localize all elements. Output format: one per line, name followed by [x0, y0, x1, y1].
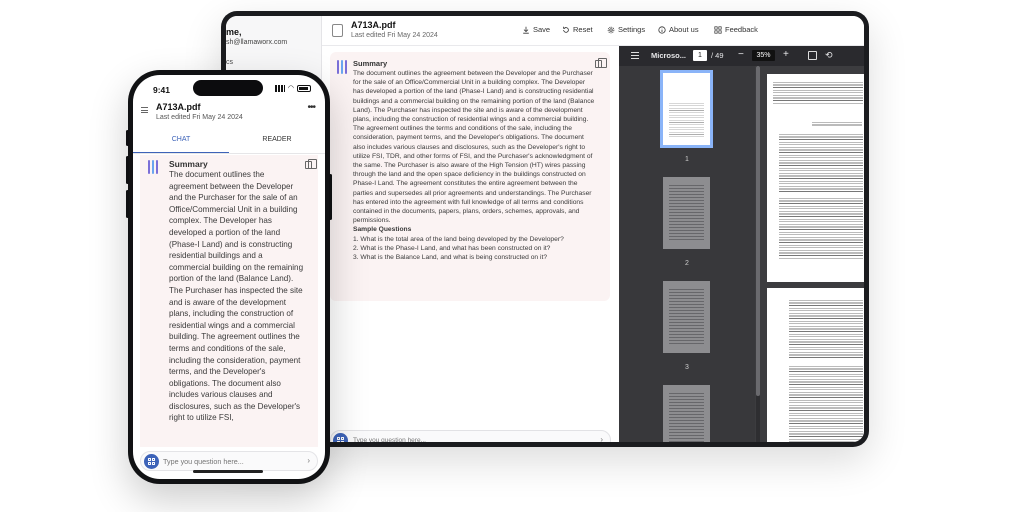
- pdf-filename: Microso...: [651, 51, 687, 60]
- mobile-document-title: A713A.pdf: [156, 102, 201, 112]
- reset-label: Reset: [573, 25, 593, 34]
- feedback-button[interactable]: Feedback: [714, 25, 758, 34]
- page-number-input[interactable]: 1: [693, 50, 707, 61]
- app-logo-icon: [148, 160, 158, 174]
- download-icon: [523, 26, 529, 34]
- chat-panel: Summary The document outlines the agreem…: [322, 46, 619, 442]
- copy-icon[interactable]: [305, 159, 317, 169]
- document-title: A713A.pdf: [351, 20, 396, 30]
- rotate-icon[interactable]: ⟲: [825, 50, 833, 61]
- phone-device: 9:41 ◠ A713A.pdf Last edited Fri May 24 …: [126, 70, 332, 484]
- grid-icon: [714, 25, 722, 34]
- hamburger-menu-icon[interactable]: [141, 107, 148, 113]
- gear-icon: [607, 26, 615, 33]
- save-label: Save: [533, 25, 551, 34]
- summary-card: Summary The document outlines the agreem…: [330, 52, 610, 301]
- file-icon: [332, 24, 343, 37]
- sample-question[interactable]: 3. What is the Balance Land, and what is…: [353, 253, 595, 262]
- phone-side-button: [126, 190, 129, 218]
- pdf-viewer: Microso... 1 / 49 − 35% + ⟲ 1 2 3: [619, 46, 864, 442]
- wifi-icon: ◠: [287, 85, 294, 92]
- about-us-label: About us: [669, 25, 699, 34]
- reset-button[interactable]: Reset: [562, 25, 593, 34]
- fit-page-icon[interactable]: [808, 51, 817, 60]
- sample-questions-title: Sample Questions: [353, 226, 412, 234]
- page-thumbnail[interactable]: [660, 278, 713, 356]
- battery-icon: [297, 85, 311, 92]
- mobile-summary-card: Summary The document outlines the agreem…: [140, 155, 318, 447]
- status-icons: ◠: [274, 85, 311, 92]
- document-header: A713A.pdf Last edited Fri May 24 2024 Sa…: [322, 16, 864, 46]
- summary-text: The document outlines the agreement betw…: [353, 70, 595, 225]
- thumbnail-page-number: 2: [685, 260, 689, 267]
- account-name: me,: [226, 27, 242, 37]
- sample-question[interactable]: 2. What is the Phase-I Land, and what ha…: [353, 244, 595, 253]
- account-email: sh@llamaworx.com: [226, 39, 288, 46]
- question-input-bar: ›: [330, 430, 611, 442]
- mobile-question-input-bar: ›: [140, 451, 318, 471]
- mobile-app-screen: 9:41 ◠ A713A.pdf Last edited Fri May 24 …: [133, 75, 325, 479]
- zoom-out-button[interactable]: −: [738, 49, 744, 60]
- sidebar-docs-label[interactable]: cs: [226, 59, 233, 66]
- save-button[interactable]: Save: [522, 25, 550, 34]
- settings-label: Settings: [618, 25, 646, 34]
- send-chevron-icon[interactable]: ›: [307, 456, 310, 465]
- pdf-page-view: [767, 74, 864, 442]
- copy-icon[interactable]: [595, 58, 607, 68]
- home-indicator: [193, 470, 263, 473]
- zoom-in-button[interactable]: +: [783, 49, 789, 60]
- pdf-toolbar: Microso... 1 / 49 − 35% + ⟲: [619, 46, 864, 66]
- page-total: / 49: [711, 51, 724, 60]
- phone-side-button: [126, 156, 129, 184]
- summary-title: Summary: [353, 59, 388, 68]
- more-options-icon[interactable]: •••: [307, 102, 315, 113]
- send-chevron-icon[interactable]: ›: [600, 435, 603, 442]
- question-input[interactable]: [353, 434, 583, 442]
- reset-icon: [563, 26, 569, 33]
- thumbnail-panel: 1 2 3: [619, 66, 755, 442]
- feedback-label: Feedback: [725, 25, 758, 34]
- phone-side-button: [126, 130, 129, 146]
- document-last-edited: Last edited Fri May 24 2024: [351, 32, 438, 39]
- grid-menu-button[interactable]: [333, 433, 348, 442]
- thumbnail-scrollbar[interactable]: [756, 66, 760, 442]
- status-time: 9:41: [153, 85, 171, 95]
- signal-icon: [274, 85, 285, 92]
- mobile-question-input[interactable]: [163, 455, 298, 468]
- page-thumbnail[interactable]: [660, 382, 713, 442]
- sample-question[interactable]: 1. What is the total area of the land be…: [353, 235, 595, 244]
- thumbnail-page-number: 1: [685, 156, 689, 163]
- page-thumbnail[interactable]: [660, 174, 713, 252]
- phone-side-button: [329, 174, 332, 220]
- grid-menu-button[interactable]: [144, 454, 159, 469]
- phone-notch: [193, 80, 263, 96]
- app-logo-icon: [337, 60, 347, 74]
- tab-divider: [133, 153, 325, 154]
- mobile-last-edited: Last edited Fri May 24 2024: [156, 114, 243, 121]
- settings-button[interactable]: Settings: [607, 25, 645, 34]
- about-us-button[interactable]: About us: [658, 25, 699, 34]
- tab-chat[interactable]: CHAT: [133, 133, 229, 153]
- tab-reader[interactable]: READER: [229, 133, 325, 153]
- zoom-level[interactable]: 35%: [752, 50, 775, 61]
- page-thumbnail[interactable]: [660, 70, 713, 148]
- mobile-summary-text: The document outlines the agreement betw…: [169, 170, 304, 423]
- sample-questions-list: 1. What is the total area of the land be…: [353, 235, 595, 263]
- thumbnail-page-number: 3: [685, 364, 689, 371]
- mobile-summary-title: Summary: [169, 159, 208, 169]
- summary-body: The document outlines the agreement betw…: [353, 69, 595, 262]
- info-icon: [658, 25, 666, 34]
- hamburger-menu-icon[interactable]: [631, 52, 639, 59]
